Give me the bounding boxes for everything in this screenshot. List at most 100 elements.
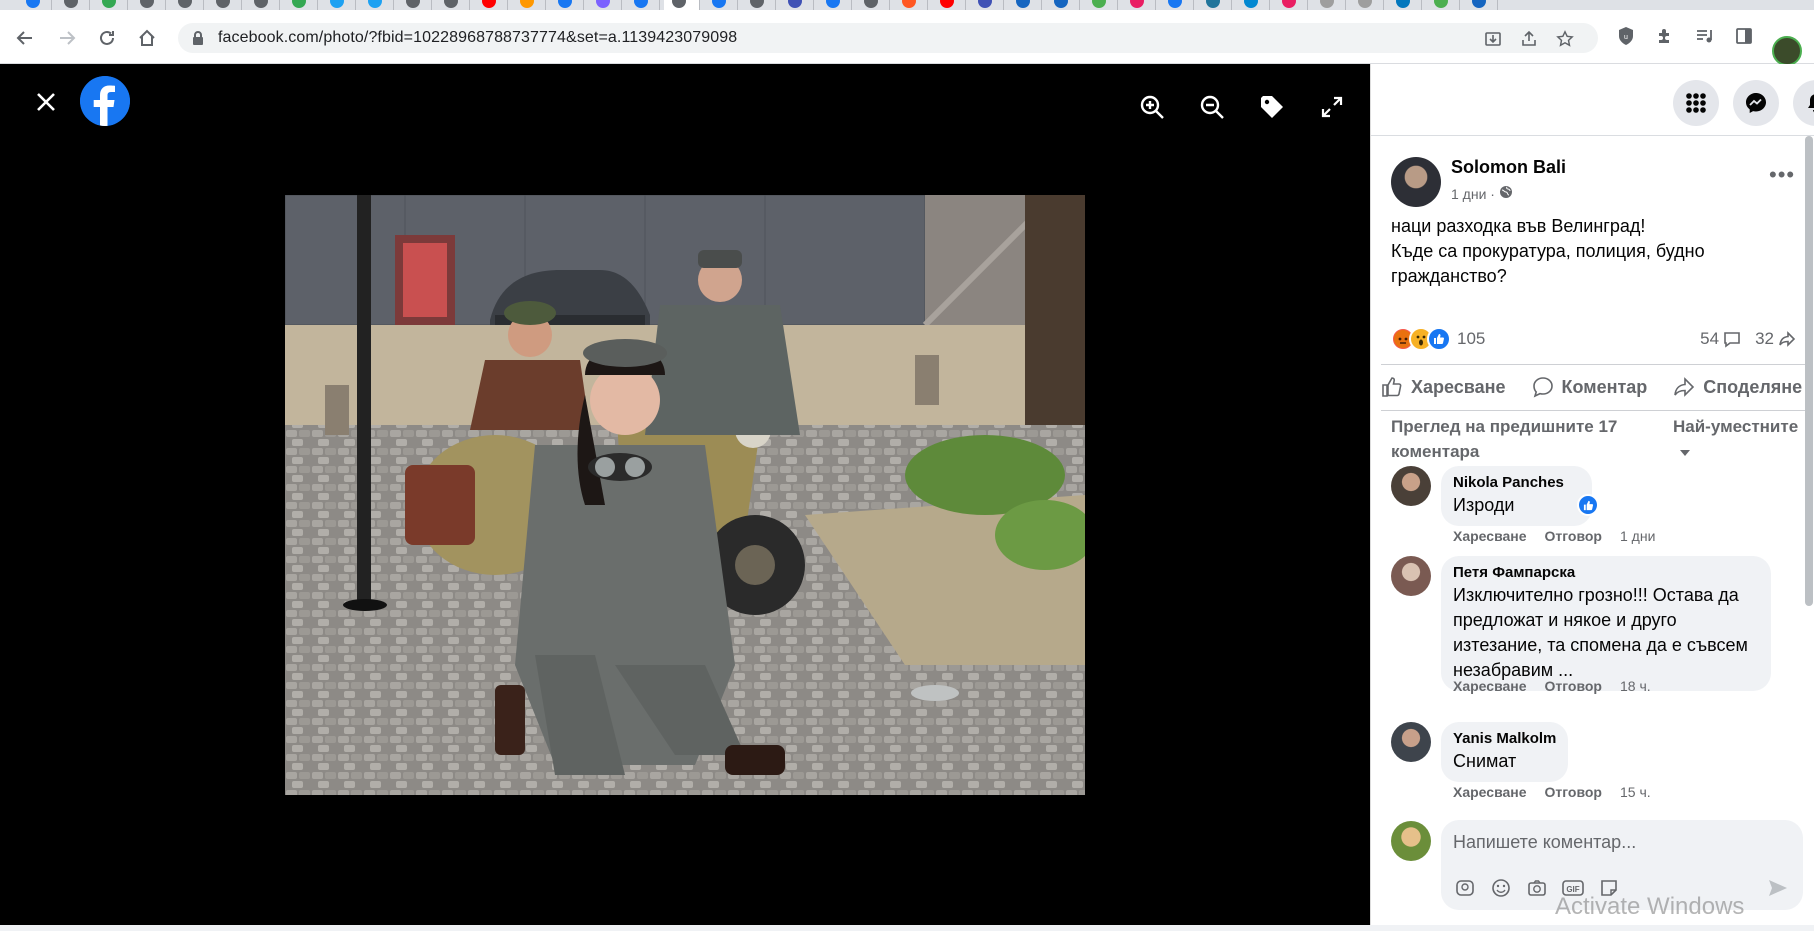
browser-tab[interactable] [1236, 0, 1270, 10]
notifications-bell-icon[interactable] [1793, 80, 1814, 126]
comment-time[interactable]: 1 дни [1620, 528, 1655, 544]
send-icon[interactable] [1767, 878, 1789, 903]
comment-reply-link[interactable]: Отговор [1545, 784, 1602, 800]
comment-time[interactable]: 18 ч. [1620, 678, 1651, 694]
browser-tab[interactable] [436, 0, 470, 10]
post-time[interactable]: 1 дни · [1451, 185, 1513, 202]
browser-tab[interactable] [1388, 0, 1422, 10]
browser-tab[interactable] [1312, 0, 1346, 10]
browser-tab[interactable] [170, 0, 204, 10]
camera-icon[interactable] [1525, 876, 1549, 900]
browser-tab[interactable] [284, 0, 318, 10]
commenter-name[interactable]: Петя Фампарска [1453, 564, 1759, 581]
commenter-name[interactable]: Nikola Panches [1453, 474, 1564, 491]
comment-sort-label[interactable]: Най-уместните [1673, 417, 1798, 436]
profile-avatar[interactable] [1772, 36, 1802, 66]
comment-like-link[interactable]: Харесване [1453, 678, 1527, 694]
home-icon[interactable] [136, 27, 158, 49]
browser-tab[interactable] [360, 0, 394, 10]
browser-tab[interactable] [742, 0, 776, 10]
install-app-icon[interactable] [1482, 28, 1504, 50]
more-options-icon[interactable]: ••• [1769, 162, 1795, 188]
browser-tab[interactable] [550, 0, 584, 10]
browser-tab[interactable] [894, 0, 928, 10]
share-icon[interactable] [1518, 28, 1540, 50]
comment-like-link[interactable]: Харесване [1453, 528, 1527, 544]
forward-arrow-icon[interactable] [56, 27, 78, 49]
commenter-avatar[interactable] [1391, 466, 1431, 506]
commenter-avatar[interactable] [1391, 556, 1431, 596]
browser-tab[interactable] [1122, 0, 1156, 10]
browser-tab[interactable] [1350, 0, 1384, 10]
share-button-label[interactable]: Споделяне [1703, 377, 1802, 398]
commenter-avatar[interactable] [1391, 722, 1431, 762]
media-control-icon[interactable] [1693, 25, 1715, 47]
browser-tab[interactable] [932, 0, 966, 10]
browser-tab[interactable] [1046, 0, 1080, 10]
browser-tab[interactable] [1160, 0, 1194, 10]
browser-tab[interactable] [18, 0, 52, 10]
browser-tab[interactable] [132, 0, 166, 10]
shares-count-value[interactable]: 32 [1755, 329, 1774, 349]
comment-time[interactable]: 15 ч. [1620, 784, 1651, 800]
like-button-label[interactable]: Харесване [1411, 377, 1506, 398]
browser-tab[interactable] [56, 0, 90, 10]
browser-tab[interactable] [398, 0, 432, 10]
browser-tab[interactable] [208, 0, 242, 10]
reload-icon[interactable] [96, 27, 118, 49]
extensions-puzzle-icon[interactable] [1654, 25, 1676, 47]
browser-tab[interactable] [818, 0, 852, 10]
browser-tab[interactable] [1426, 0, 1460, 10]
reactions-count[interactable]: 105 [1457, 329, 1485, 349]
url-text[interactable]: facebook.com/photo/?fbid=102289687887377… [218, 29, 737, 47]
back-arrow-icon[interactable] [14, 27, 36, 49]
comment-like-link[interactable]: Харесване [1453, 784, 1527, 800]
post-time-label[interactable]: 1 дни · [1451, 186, 1495, 202]
comments-count-value[interactable]: 54 [1700, 329, 1719, 349]
browser-tab[interactable] [970, 0, 1004, 10]
avatar-sticker-icon[interactable] [1453, 876, 1477, 900]
browser-tab[interactable] [1198, 0, 1232, 10]
comment-sort-dropdown[interactable]: Най-уместните [1673, 414, 1803, 464]
browser-tab[interactable] [856, 0, 890, 10]
comment-reply-link[interactable]: Отговор [1545, 678, 1602, 694]
view-previous-comments-link[interactable]: Преглед на предишните 17 коментара [1391, 414, 1641, 464]
comment-input-placeholder[interactable]: Напишете коментар... [1453, 832, 1636, 853]
bookmark-star-icon[interactable] [1554, 28, 1576, 50]
tag-icon[interactable] [1257, 92, 1287, 122]
reactions-summary[interactable]: 105 [1391, 327, 1485, 351]
author-name[interactable]: Solomon Bali [1451, 157, 1566, 178]
comment-button[interactable]: Коментар [1532, 376, 1648, 398]
browser-tab[interactable] [626, 0, 660, 10]
current-user-avatar[interactable] [1391, 821, 1431, 861]
comment-button-label[interactable]: Коментар [1562, 377, 1648, 398]
browser-tab[interactable] [588, 0, 622, 10]
browser-tab[interactable] [246, 0, 280, 10]
post-photo[interactable] [285, 195, 1085, 795]
address-bar[interactable]: facebook.com/photo/?fbid=102289687887377… [178, 23, 1598, 53]
fullscreen-icon[interactable] [1317, 92, 1347, 122]
side-panel-icon[interactable] [1733, 25, 1755, 47]
shares-count[interactable]: 32 [1755, 329, 1796, 349]
facebook-logo-icon[interactable] [80, 76, 130, 126]
browser-tab[interactable] [780, 0, 814, 10]
zoom-in-icon[interactable] [1137, 92, 1167, 122]
browser-tab[interactable] [1274, 0, 1308, 10]
browser-tab[interactable] [474, 0, 508, 10]
browser-tab[interactable] [704, 0, 738, 10]
browser-tab[interactable] [664, 0, 700, 10]
browser-tab[interactable] [512, 0, 546, 10]
browser-tab[interactable] [1008, 0, 1042, 10]
share-button[interactable]: Споделяне [1673, 376, 1802, 398]
browser-tab[interactable] [1084, 0, 1118, 10]
menu-grid-icon[interactable] [1673, 80, 1719, 126]
commenter-name[interactable]: Yanis Malkolm [1453, 730, 1556, 747]
emoji-icon[interactable] [1489, 876, 1513, 900]
lock-icon[interactable] [192, 31, 204, 50]
zoom-out-icon[interactable] [1197, 92, 1227, 122]
author-avatar[interactable] [1391, 157, 1441, 207]
extension-shield-icon[interactable]: u [1615, 25, 1637, 47]
browser-tab[interactable] [1464, 0, 1498, 10]
close-icon[interactable] [30, 86, 62, 118]
like-button[interactable]: Харесване [1381, 376, 1506, 398]
